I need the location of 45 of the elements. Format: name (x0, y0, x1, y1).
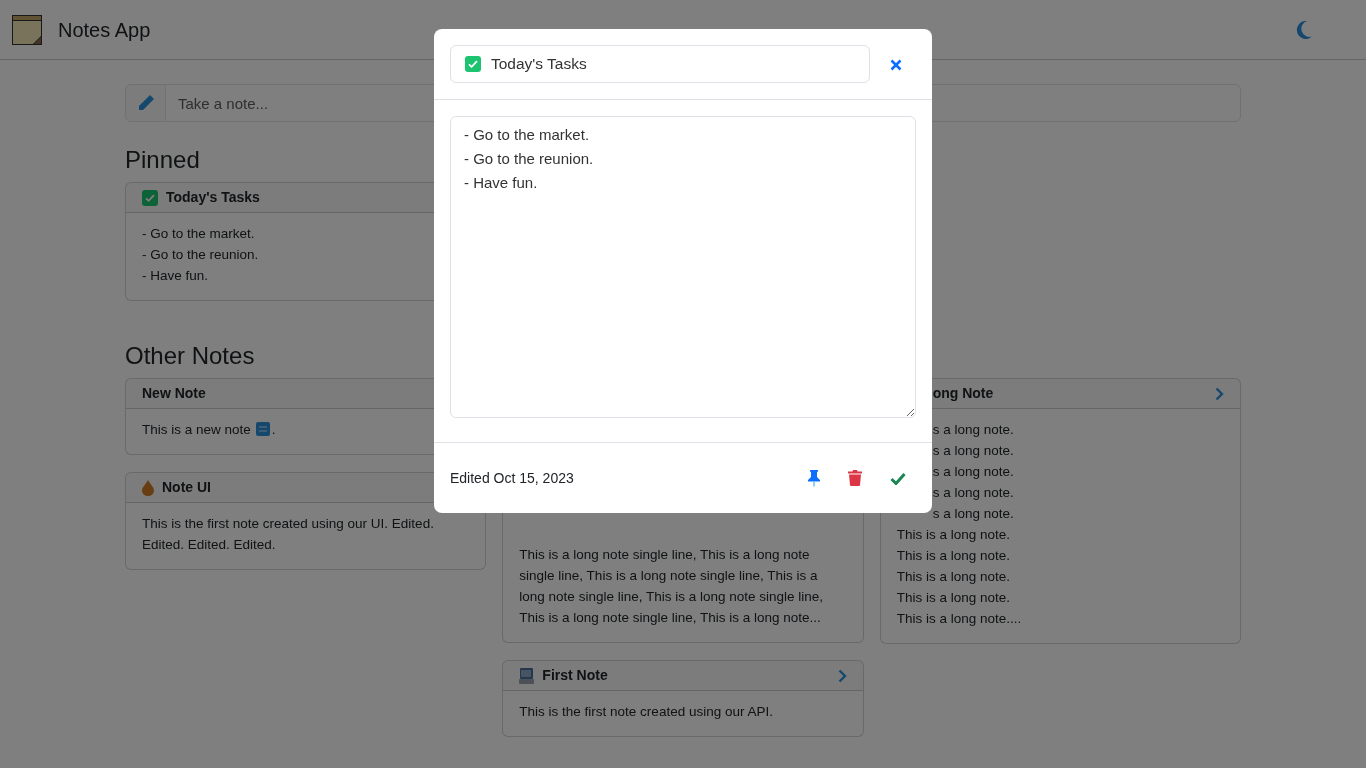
app-title: Notes App (58, 17, 151, 43)
note-title: ong Note (931, 385, 994, 401)
note-text: This is a long note single line, This is a long note... (519, 609, 821, 627)
section-heading: Other Notes (125, 342, 255, 370)
note-text: This is a long note single line, This is a long note (519, 546, 810, 564)
note-text: This is a long note.... (896, 610, 1022, 628)
trash-icon (848, 470, 862, 487)
close-icon (890, 58, 902, 71)
title-input[interactable]: Today's Tasks (489, 51, 855, 77)
note-text: - Go to the reunion. (142, 246, 259, 264)
pencil-icon (136, 94, 155, 112)
computer-icon (519, 667, 535, 684)
notepad-logo-icon (12, 14, 42, 45)
note-title: Today's Tasks (166, 188, 261, 207)
note-text: This is a new note (142, 422, 251, 437)
edited-date: Edited Oct 15, 2023 (450, 468, 575, 488)
note-text: single line, This is a long note single line, This is a (519, 567, 818, 585)
note-text: This is the first note created using our UI. Edited. Edited. Edited. Edited. (142, 515, 435, 554)
note-title: New Note (142, 384, 207, 403)
note-body-field[interactable]: - Go to the market. - Go to the reunion. - Have fun. (450, 116, 916, 418)
note-text: long note single line, This is a long note single line, (519, 588, 824, 606)
checkmark-icon (890, 472, 906, 486)
note-text: s a long note. (931, 464, 1014, 479)
note-text: s a long note. (931, 443, 1014, 458)
note-text: This is a long note. (896, 589, 1010, 607)
chevron-icon[interactable] (837, 668, 847, 683)
note-text: s a long note. (931, 485, 1014, 500)
checkbox-icon (142, 189, 158, 206)
note-text: This is the first note created using our API. (519, 703, 773, 721)
note-text: This is a long note. (896, 526, 1010, 544)
title-field[interactable]: Today's Tasks (450, 45, 870, 83)
note-title: First Note (542, 666, 609, 685)
moon-icon[interactable] (1296, 20, 1312, 39)
chevron-icon[interactable] (1215, 386, 1224, 401)
pin-icon (808, 469, 820, 487)
note-text: - Go to the market. (142, 225, 255, 243)
drop-icon (142, 479, 154, 496)
note-text: s a long note. (931, 422, 1014, 437)
note-text: . (271, 422, 276, 437)
note-text: s a long note. (931, 506, 1014, 521)
note-text: This is a long note. (896, 547, 1010, 565)
section-heading: Pinned (125, 146, 200, 174)
note-text: This is a long note. (896, 568, 1010, 586)
note-text: - Have fun. (142, 267, 209, 285)
checkbox-icon (465, 56, 481, 72)
